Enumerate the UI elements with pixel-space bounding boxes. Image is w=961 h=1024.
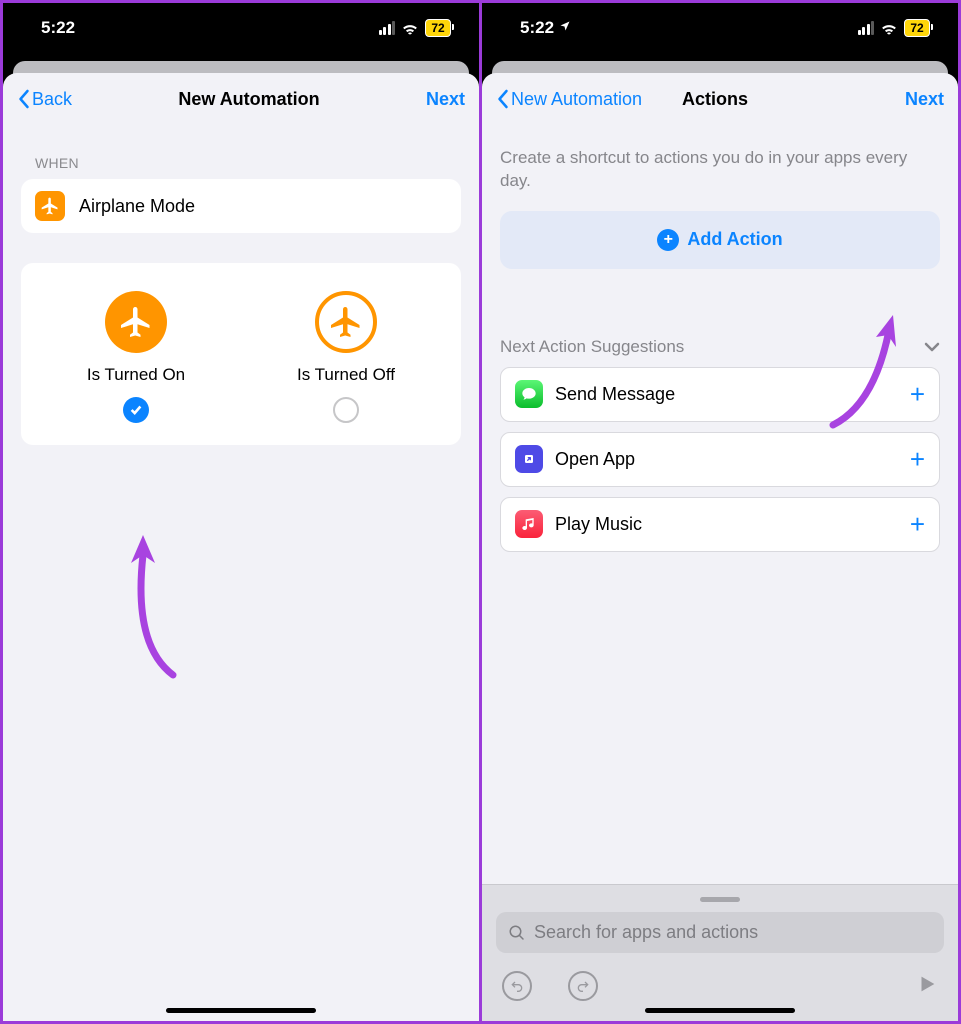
trigger-card[interactable]: Airplane Mode xyxy=(21,179,461,233)
add-suggestion-icon[interactable]: + xyxy=(910,509,925,540)
options-card: Is Turned On Is Turned Off xyxy=(21,263,461,445)
radio-off[interactable] xyxy=(333,397,359,423)
option-turned-off[interactable]: Is Turned Off xyxy=(241,291,451,423)
run-button[interactable] xyxy=(916,973,938,1000)
search-icon xyxy=(508,924,526,942)
add-action-label: Add Action xyxy=(687,229,782,250)
back-label: New Automation xyxy=(511,89,642,110)
back-button[interactable]: New Automation xyxy=(496,89,642,110)
add-suggestion-icon[interactable]: + xyxy=(910,379,925,410)
plus-circle-icon: + xyxy=(657,229,679,251)
option-turned-on[interactable]: Is Turned On xyxy=(31,291,241,423)
airplane-off-icon xyxy=(315,291,377,353)
search-input[interactable]: Search for apps and actions xyxy=(496,912,944,953)
suggestion-play-music[interactable]: Play Music + xyxy=(500,497,940,552)
status-bar: 5:22 72 xyxy=(482,3,958,53)
sheet-backdrop: Back New Automation Next WHEN Airplane M… xyxy=(3,53,479,1021)
chevron-left-icon xyxy=(17,89,30,109)
add-action-button[interactable]: + Add Action xyxy=(500,211,940,269)
cellular-icon xyxy=(858,21,875,35)
wifi-icon xyxy=(880,21,898,35)
next-button[interactable]: Next xyxy=(426,89,465,110)
suggestion-label: Send Message xyxy=(555,384,898,405)
location-icon xyxy=(559,20,571,32)
nav-bar: New Automation Actions Next xyxy=(482,73,958,125)
sheet: Back New Automation Next WHEN Airplane M… xyxy=(3,73,479,1021)
bottom-tray: Search for apps and actions xyxy=(482,884,958,1021)
phone-left: 5:22 72 Back New Automation Next WHEN xyxy=(0,0,482,1024)
nav-bar: Back New Automation Next xyxy=(3,73,479,125)
suggestion-label: Play Music xyxy=(555,514,898,535)
suggestion-open-app[interactable]: Open App + xyxy=(500,432,940,487)
suggestion-send-message[interactable]: Send Message + xyxy=(500,367,940,422)
check-icon xyxy=(129,403,143,417)
redo-button[interactable] xyxy=(568,971,598,1001)
next-button[interactable]: Next xyxy=(905,89,944,110)
music-icon xyxy=(515,510,543,538)
chevron-left-icon xyxy=(496,89,509,109)
option-off-label: Is Turned Off xyxy=(297,365,395,385)
radio-on[interactable] xyxy=(123,397,149,423)
suggestion-label: Open App xyxy=(555,449,898,470)
toolbar xyxy=(496,971,944,1001)
status-right: 72 xyxy=(858,19,931,37)
annotation-arrow xyxy=(103,525,213,685)
messages-icon xyxy=(515,380,543,408)
home-indicator[interactable] xyxy=(166,1008,316,1013)
chevron-down-icon xyxy=(924,342,940,352)
status-time: 5:22 xyxy=(41,18,75,38)
home-indicator[interactable] xyxy=(645,1008,795,1013)
suggestions-list: Send Message + Open App + Play Music + xyxy=(500,367,940,562)
description-text: Create a shortcut to actions you do in y… xyxy=(500,147,940,193)
sheet: New Automation Actions Next Create a sho… xyxy=(482,73,958,1021)
undo-button[interactable] xyxy=(502,971,532,1001)
wifi-icon xyxy=(401,21,419,35)
option-on-label: Is Turned On xyxy=(87,365,185,385)
shortcuts-icon xyxy=(515,445,543,473)
airplane-icon xyxy=(35,191,65,221)
status-time: 5:22 xyxy=(520,18,571,38)
search-placeholder: Search for apps and actions xyxy=(534,922,758,943)
status-bar: 5:22 72 xyxy=(3,3,479,53)
page-title: Actions xyxy=(682,89,748,110)
section-label-when: WHEN xyxy=(35,155,461,171)
page-title: New Automation xyxy=(178,89,319,110)
cellular-icon xyxy=(379,21,396,35)
battery-icon: 72 xyxy=(425,19,451,37)
back-label: Back xyxy=(32,89,72,110)
back-button[interactable]: Back xyxy=(17,89,72,110)
trigger-label: Airplane Mode xyxy=(79,196,195,217)
content: WHEN Airplane Mode Is Turned On xyxy=(3,125,479,1021)
suggestions-header[interactable]: Next Action Suggestions xyxy=(500,337,940,357)
battery-icon: 72 xyxy=(904,19,930,37)
sheet-backdrop: New Automation Actions Next Create a sho… xyxy=(482,53,958,1021)
phone-right: 5:22 72 New Automation Actions Next Crea… xyxy=(482,0,961,1024)
suggestions-title: Next Action Suggestions xyxy=(500,337,684,357)
status-right: 72 xyxy=(379,19,452,37)
add-suggestion-icon[interactable]: + xyxy=(910,444,925,475)
tray-handle[interactable] xyxy=(700,897,740,902)
airplane-on-icon xyxy=(105,291,167,353)
